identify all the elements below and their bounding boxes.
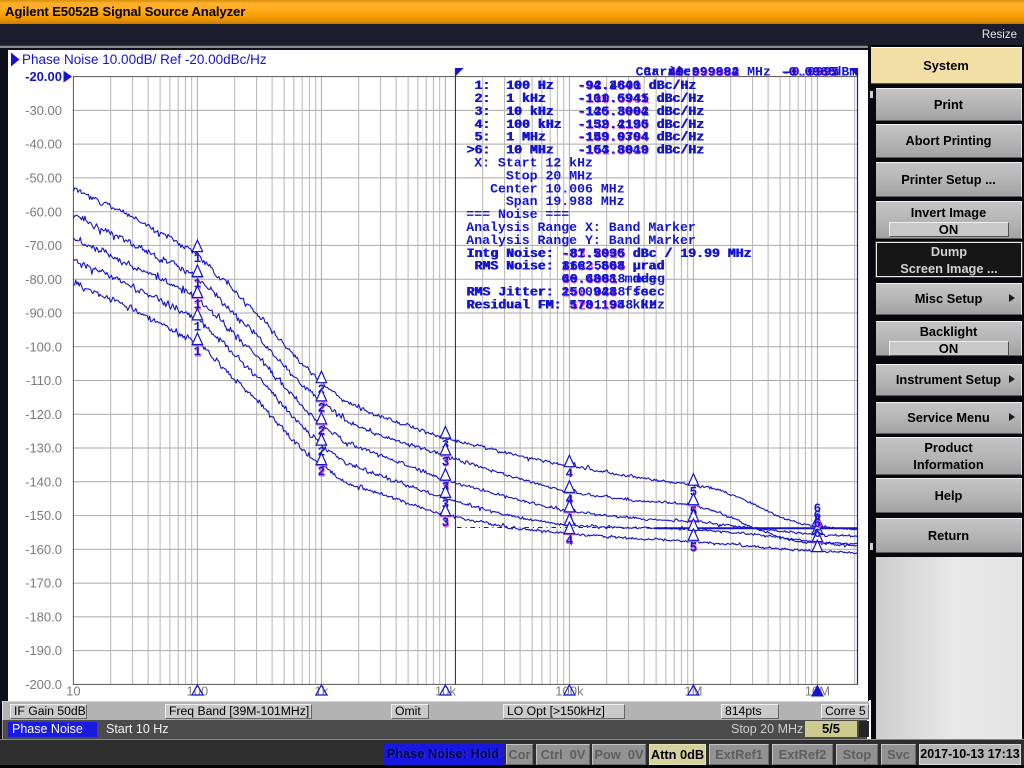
svg-text:4: 4 xyxy=(566,467,574,481)
svg-text:1: 1 xyxy=(194,345,202,359)
svg-text:-60.00: -60.00 xyxy=(25,204,62,219)
svg-text:Phase Noise 10.00dB/ Ref -20.0: Phase Noise 10.00dB/ Ref -20.00dBc/Hz xyxy=(22,52,267,67)
svg-text:-120.0: -120.0 xyxy=(25,407,62,422)
svg-text:-50.00: -50.00 xyxy=(25,171,62,186)
svg-text:-20.00: -20.00 xyxy=(25,69,62,84)
svg-text:-100.0: -100.0 xyxy=(25,339,62,354)
svg-text:Residual FM: 578.198 kHz: Residual FM: 578.198 kHz xyxy=(466,297,656,312)
svg-text:-110.0: -110.0 xyxy=(26,373,62,388)
svg-text:4: 4 xyxy=(566,534,574,548)
svg-text:-40.00: -40.00 xyxy=(25,137,62,152)
svg-text:-130.0: -130.0 xyxy=(25,441,62,456)
svg-text:-200.0: -200.0 xyxy=(25,677,62,692)
svg-text:-70.00: -70.00 xyxy=(25,238,62,253)
svg-text:-30.00: -30.00 xyxy=(25,103,62,118)
svg-text:-180.0: -180.0 xyxy=(25,610,62,625)
svg-text:dBm: dBm xyxy=(834,64,858,79)
svg-text:49.999892 MHz: 49.999892 MHz xyxy=(668,64,771,79)
svg-text:-164.8049 dBc/Hz: -164.8049 dBc/Hz xyxy=(577,143,704,158)
svg-text:-140.0: -140.0 xyxy=(25,474,62,489)
svg-text:2: 2 xyxy=(318,465,326,479)
svg-text:-170.0: -170.0 xyxy=(25,576,62,591)
svg-text:-80.00: -80.00 xyxy=(25,272,62,287)
svg-text:-190.0: -190.0 xyxy=(25,643,62,658)
svg-text:3: 3 xyxy=(442,516,450,530)
svg-text:-160.0: -160.0 xyxy=(25,542,62,557)
svg-text:-150.0: -150.0 xyxy=(25,508,62,523)
svg-text:5: 5 xyxy=(690,541,698,555)
svg-text:-90.00: -90.00 xyxy=(25,306,62,321)
svg-text:10: 10 xyxy=(66,684,80,699)
svg-text:-0.0985: -0.0985 xyxy=(781,64,836,79)
